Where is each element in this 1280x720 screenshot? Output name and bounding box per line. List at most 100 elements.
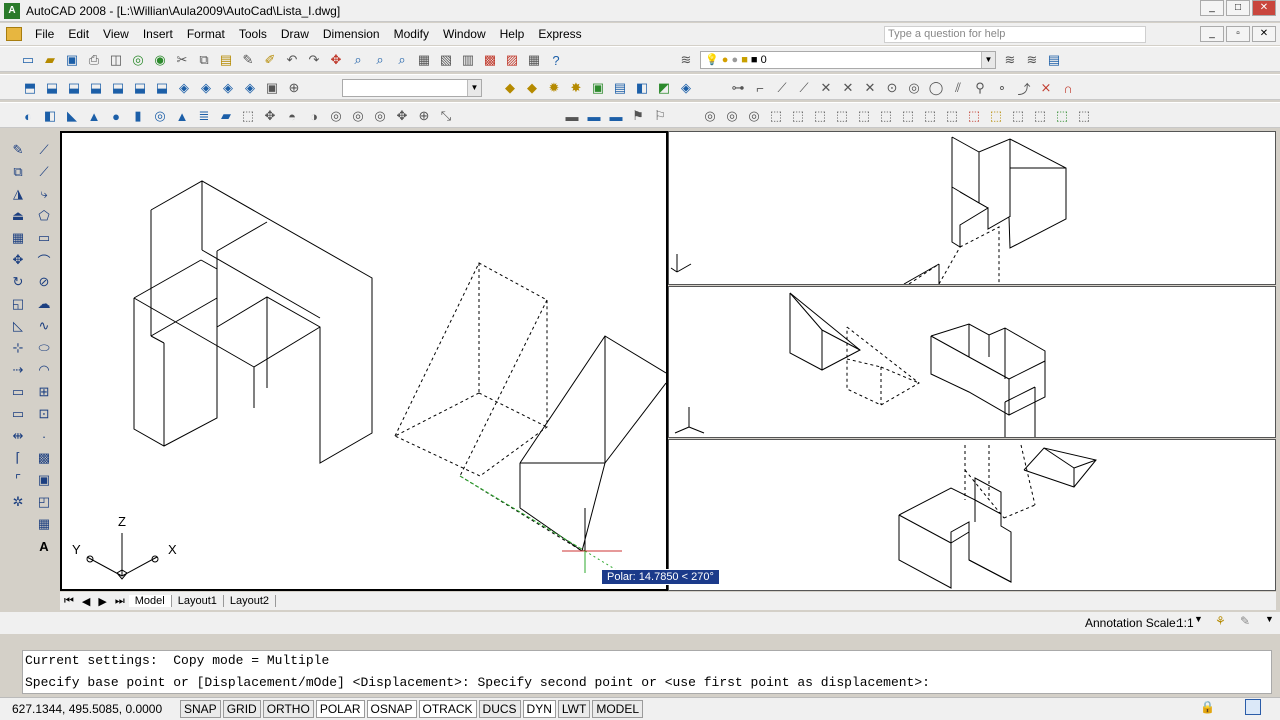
menu-help[interactable]: Help: [493, 27, 532, 41]
hatch-icon[interactable]: ▩: [34, 448, 54, 468]
snap-apparent-icon[interactable]: ✕: [838, 78, 858, 98]
viewport-middle-right[interactable]: [668, 286, 1276, 438]
pan-icon[interactable]: ✥: [326, 50, 346, 70]
revolve-icon[interactable]: ◑: [304, 106, 324, 126]
snap-nearest-icon[interactable]: ⤴: [1014, 78, 1034, 98]
model-toggle[interactable]: MODEL: [592, 700, 644, 718]
tab-layout1[interactable]: Layout1: [172, 595, 224, 607]
3d-rotate-icon[interactable]: ⊕: [414, 106, 434, 126]
menu-modify[interactable]: Modify: [387, 27, 436, 41]
snap-node-icon[interactable]: ∘: [992, 78, 1012, 98]
gradient-icon[interactable]: ▣: [34, 470, 54, 490]
snap-none-icon[interactable]: ⨯: [1036, 78, 1056, 98]
ducs-toggle[interactable]: DUCS: [478, 700, 521, 718]
cone-icon[interactable]: ▲: [84, 106, 104, 126]
zoom-previous-icon[interactable]: ⌕: [392, 50, 412, 70]
arc-icon[interactable]: ⌒: [34, 250, 54, 270]
snap-intersection-icon[interactable]: ✕: [816, 78, 836, 98]
sun-icon[interactable]: ✸: [566, 78, 586, 98]
chamfer-icon[interactable]: ⌈: [8, 448, 28, 468]
tab-first-icon[interactable]: ⏮: [60, 595, 78, 608]
polar-toggle[interactable]: POLAR: [315, 700, 365, 718]
snap-insert-icon[interactable]: ⚲: [970, 78, 990, 98]
copy-edge-icon[interactable]: ⬚: [942, 106, 962, 126]
advanced-render-icon[interactable]: ◈: [676, 78, 696, 98]
minimize-button[interactable]: _: [1200, 0, 1224, 16]
copy-icon[interactable]: ⧉: [194, 50, 214, 70]
extrude-icon[interactable]: ⬚: [238, 106, 258, 126]
view-bottom-icon[interactable]: ⬓: [64, 78, 84, 98]
menu-express[interactable]: Express: [531, 27, 588, 41]
preview-icon[interactable]: ◫: [106, 50, 126, 70]
markup-icon[interactable]: ▨: [502, 50, 522, 70]
lock-icon[interactable]: 🔒: [1200, 700, 1215, 714]
chevron-down-icon[interactable]: ▼: [1265, 614, 1274, 624]
save-icon[interactable]: ▣: [62, 50, 82, 70]
ne-iso-icon[interactable]: ◈: [218, 78, 238, 98]
presspull-icon[interactable]: ✥: [260, 106, 280, 126]
view-top-icon[interactable]: ⬓: [42, 78, 62, 98]
close-button[interactable]: ✕: [1252, 0, 1276, 16]
render-toolbar-icon-2[interactable]: ▬: [584, 106, 604, 126]
polysolid-icon[interactable]: ◐: [18, 106, 38, 126]
pyramid-icon[interactable]: ▲: [172, 106, 192, 126]
spline-icon[interactable]: ∿: [34, 316, 54, 336]
solid-edit-icon-3[interactable]: ◎: [744, 106, 764, 126]
tab-next-icon[interactable]: ▶: [94, 595, 110, 608]
torus-icon[interactable]: ◎: [150, 106, 170, 126]
explode-icon[interactable]: ✲: [8, 492, 28, 512]
view-right-icon[interactable]: ⬓: [108, 78, 128, 98]
region-icon[interactable]: ◰: [34, 492, 54, 512]
block-editor-icon[interactable]: ✐: [260, 50, 280, 70]
array-icon[interactable]: ▦: [8, 228, 28, 248]
snap-quadrant-icon[interactable]: ◎: [904, 78, 924, 98]
osnap-toggle[interactable]: OSNAP: [366, 700, 417, 718]
snap-toggle[interactable]: SNAP: [180, 700, 221, 718]
sheet-set-icon[interactable]: ▩: [480, 50, 500, 70]
walk-icon[interactable]: ⚑: [628, 106, 648, 126]
doc-minimize-button[interactable]: _: [1200, 26, 1224, 42]
separate-icon[interactable]: ⬚: [1030, 106, 1050, 126]
menu-format[interactable]: Format: [180, 27, 232, 41]
copy-object-icon[interactable]: ⧉: [8, 162, 28, 182]
rotate-face-icon[interactable]: ⬚: [854, 106, 874, 126]
coordinate-readout[interactable]: 627.1344, 495.5085, 0.0000: [0, 702, 180, 716]
document-icon[interactable]: [6, 27, 22, 41]
open-icon[interactable]: ▰: [40, 50, 60, 70]
solid-edit-icon-2[interactable]: ◎: [722, 106, 742, 126]
tab-layout2[interactable]: Layout2: [224, 595, 277, 607]
menu-file[interactable]: File: [28, 27, 61, 41]
wedge-icon[interactable]: ◣: [62, 106, 82, 126]
cut-icon[interactable]: ✂: [172, 50, 192, 70]
render-toolbar-icon[interactable]: ▬: [562, 106, 582, 126]
extrude-face-icon[interactable]: ⬚: [766, 106, 786, 126]
subtract-icon[interactable]: ◎: [348, 106, 368, 126]
cylinder-icon[interactable]: ▮: [128, 106, 148, 126]
menu-draw[interactable]: Draw: [274, 27, 316, 41]
join-icon[interactable]: ⇹: [8, 426, 28, 446]
nw-iso-icon[interactable]: ◈: [240, 78, 260, 98]
viewport-bottom-right[interactable]: [668, 439, 1276, 591]
taper-face-icon[interactable]: ⬚: [876, 106, 896, 126]
make-layer-current-icon[interactable]: ≋: [1000, 50, 1020, 70]
erase-icon[interactable]: ✎: [8, 140, 28, 160]
drawing-canvas[interactable]: Z Y X: [62, 133, 667, 589]
menu-edit[interactable]: Edit: [61, 27, 96, 41]
layer-states-icon[interactable]: ▤: [1044, 50, 1064, 70]
dyn-toggle[interactable]: DYN: [522, 700, 556, 718]
circle-icon[interactable]: ⊘: [34, 272, 54, 292]
tab-last-icon[interactable]: ⏭: [111, 595, 129, 608]
3d-move-icon[interactable]: ✥: [392, 106, 412, 126]
annotation-visibility-icon[interactable]: ⚘: [1215, 614, 1226, 628]
undo-icon[interactable]: ↶: [282, 50, 302, 70]
menu-insert[interactable]: Insert: [136, 27, 180, 41]
calculator-icon[interactable]: ▦: [524, 50, 544, 70]
scale-icon[interactable]: ◱: [8, 294, 28, 314]
break-icon[interactable]: ▭: [8, 404, 28, 424]
match-properties-icon[interactable]: ✎: [238, 50, 258, 70]
stretch-icon[interactable]: ◺: [8, 316, 28, 336]
se-iso-icon[interactable]: ◈: [196, 78, 216, 98]
snap-endpoint-icon[interactable]: ⊶: [728, 78, 748, 98]
render-crop-icon[interactable]: ◧: [632, 78, 652, 98]
snap-line-icon[interactable]: ⟋: [772, 78, 792, 98]
